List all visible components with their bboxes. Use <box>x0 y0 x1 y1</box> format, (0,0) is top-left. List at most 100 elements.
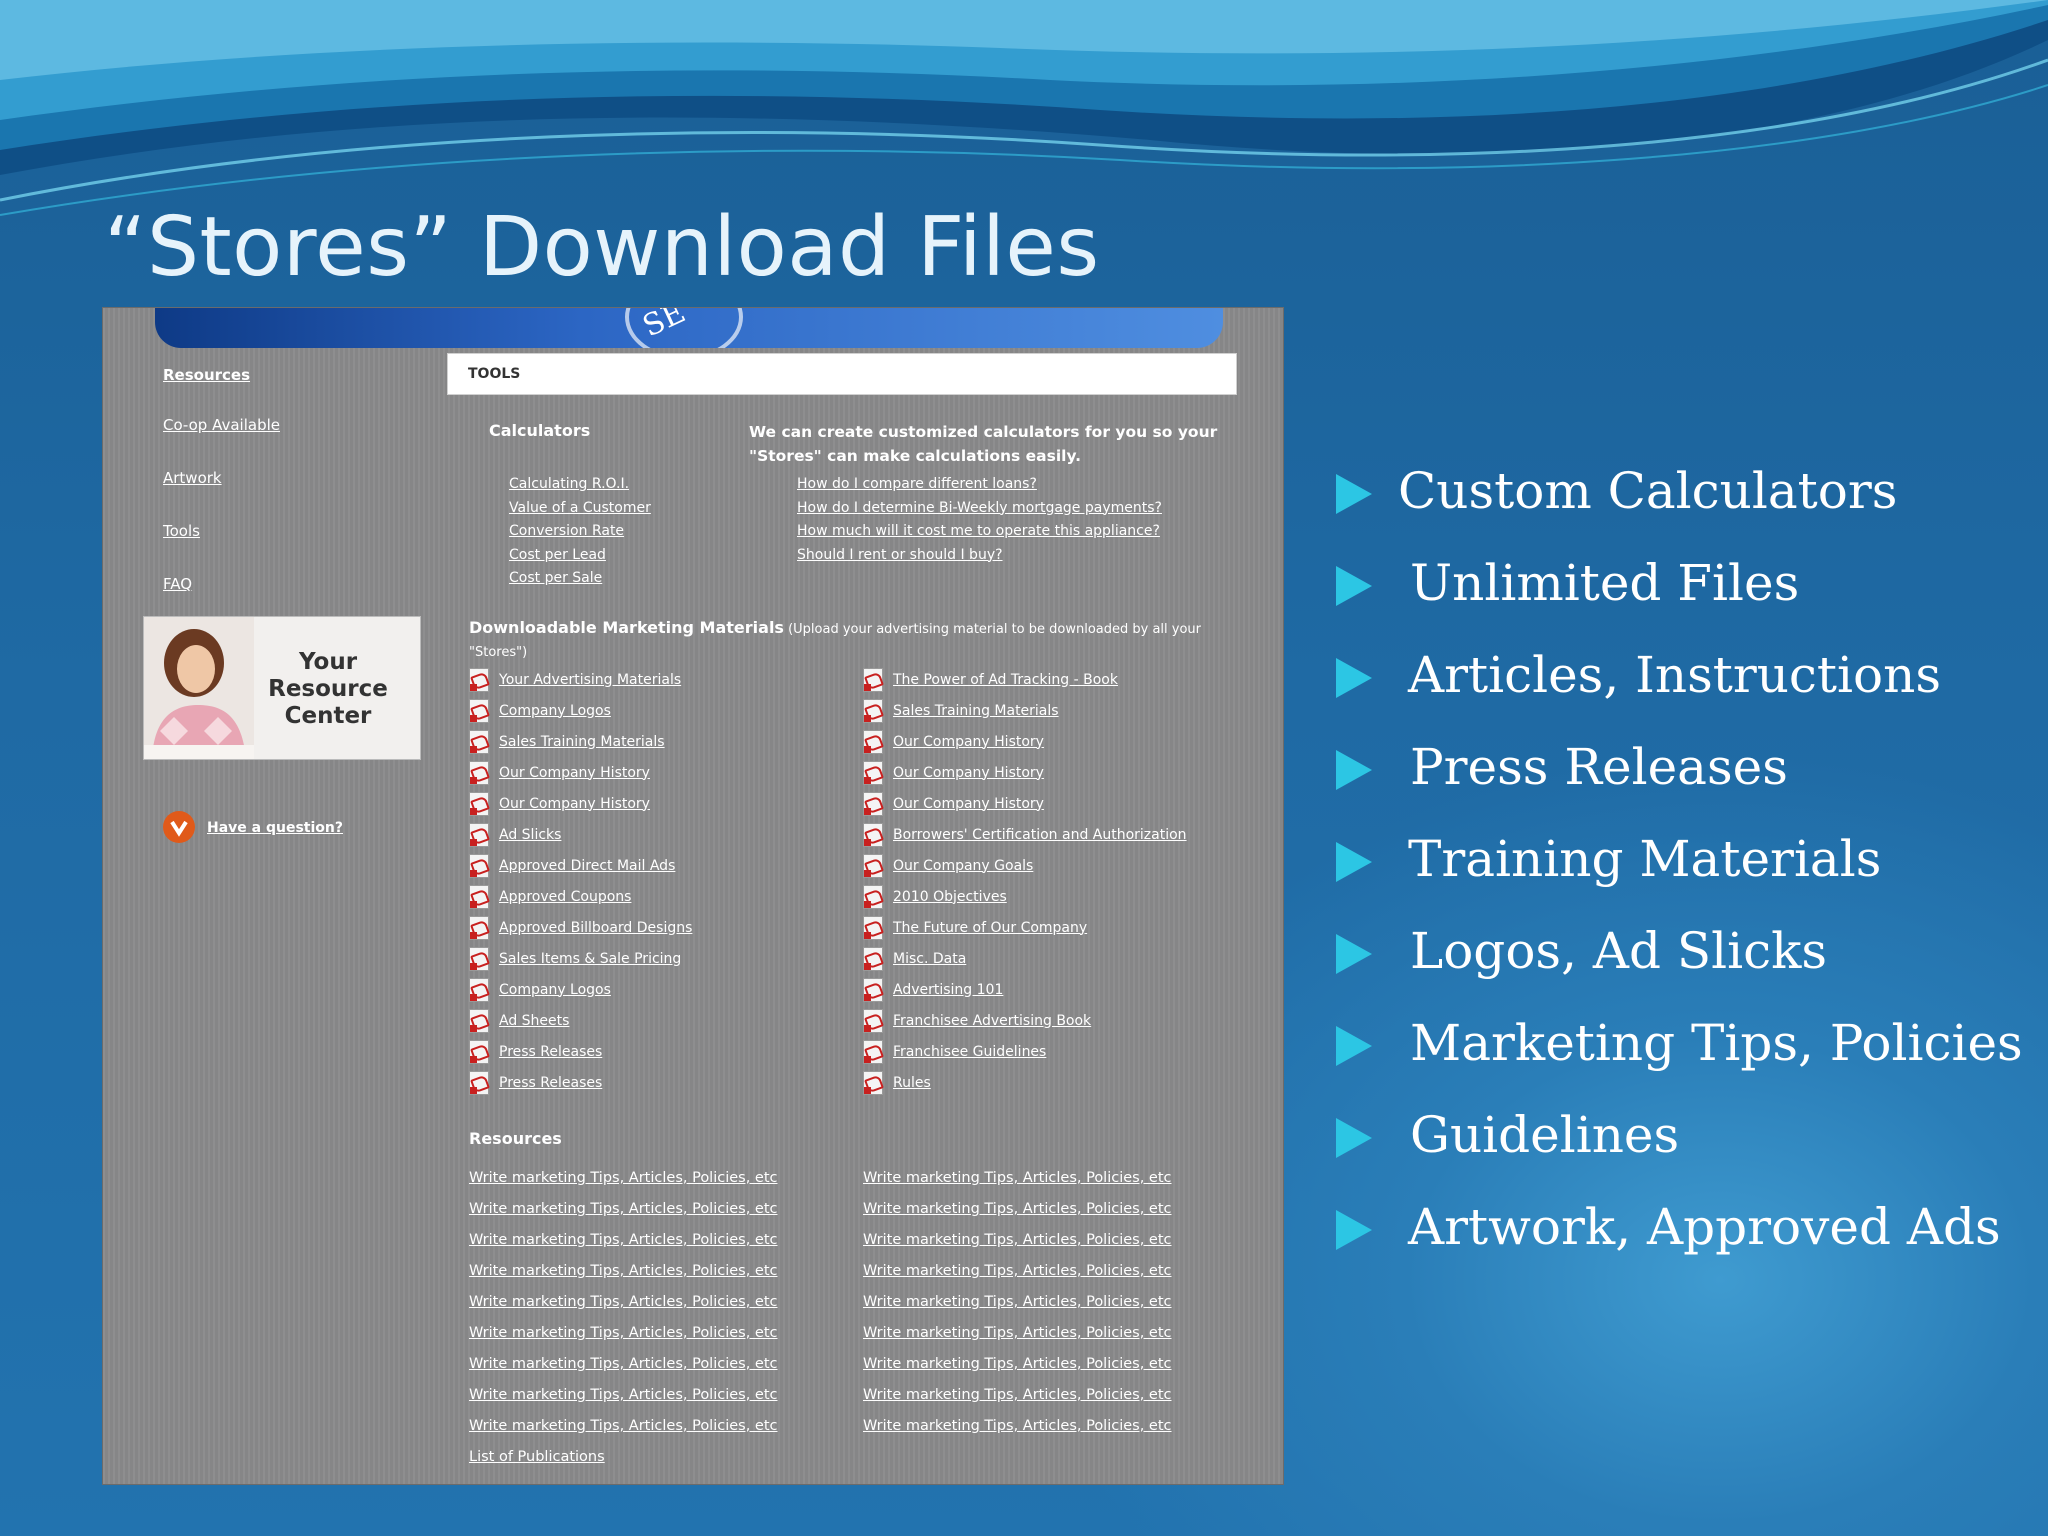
triangle-bullet-icon <box>1336 1026 1372 1066</box>
file-link[interactable]: Company Logos <box>469 974 692 1005</box>
resource-link[interactable]: Write marketing Tips, Articles, Policies… <box>469 1294 778 1325</box>
calculator-link[interactable]: Cost per Lead <box>509 547 651 571</box>
file-link[interactable]: Franchisee Advertising Book <box>863 1005 1187 1036</box>
pdf-file-icon <box>469 977 489 1002</box>
resource-center-promo[interactable]: Your Resource Center <box>143 616 421 760</box>
download-files-left: Your Advertising Materials Company Logos… <box>469 664 692 1098</box>
file-link[interactable]: Our Company History <box>863 726 1187 757</box>
resource-link[interactable]: Write marketing Tips, Articles, Policies… <box>469 1325 778 1356</box>
file-link[interactable]: Ad Sheets <box>469 1005 692 1036</box>
pdf-file-icon <box>469 698 489 723</box>
resource-link[interactable]: Write marketing Tips, Articles, Policies… <box>469 1201 778 1232</box>
file-link[interactable]: Press Releases <box>469 1036 692 1067</box>
resource-link[interactable]: Write marketing Tips, Articles, Policies… <box>863 1294 1172 1325</box>
have-a-question-link[interactable]: Have a question? <box>207 820 343 836</box>
sidebar-link-resources[interactable]: Resources <box>163 366 250 384</box>
pdf-file-icon <box>863 884 883 909</box>
triangle-bullet-icon <box>1336 1210 1372 1250</box>
calculator-question-link[interactable]: How do I determine Bi-Weekly mortgage pa… <box>797 500 1162 524</box>
resource-link[interactable]: Write marketing Tips, Articles, Policies… <box>863 1356 1172 1387</box>
sidebar-link-artwork[interactable]: Artwork <box>163 469 222 487</box>
file-link[interactable]: The Power of Ad Tracking - Book <box>863 664 1187 695</box>
resource-link[interactable]: Write marketing Tips, Articles, Policies… <box>863 1418 1172 1449</box>
resource-links-left: Write marketing Tips, Articles, Policies… <box>469 1170 778 1480</box>
file-link[interactable]: Approved Direct Mail Ads <box>469 850 692 881</box>
triangle-bullet-icon <box>1336 1118 1372 1158</box>
file-link-label: The Power of Ad Tracking - Book <box>893 671 1118 688</box>
file-link[interactable]: Misc. Data <box>863 943 1187 974</box>
resource-link[interactable]: Write marketing Tips, Articles, Policies… <box>863 1201 1172 1232</box>
calculator-link[interactable]: Value of a Customer <box>509 500 651 524</box>
pdf-file-icon <box>469 822 489 847</box>
resource-link[interactable]: Write marketing Tips, Articles, Policies… <box>469 1418 778 1449</box>
sidebar-link-faq[interactable]: FAQ <box>163 575 192 593</box>
file-link[interactable]: Company Logos <box>469 695 692 726</box>
calculator-link[interactable]: Conversion Rate <box>509 523 651 547</box>
bullet-text: Logos, Ad Slicks <box>1410 922 1828 980</box>
calculator-question-link[interactable]: How do I compare different loans? <box>797 476 1162 500</box>
file-link[interactable]: Advertising 101 <box>863 974 1187 1005</box>
bullet-text: Artwork, Approved Ads <box>1408 1198 2001 1256</box>
resource-link[interactable]: Write marketing Tips, Articles, Policies… <box>469 1232 778 1263</box>
file-link[interactable]: Our Company History <box>863 757 1187 788</box>
file-link[interactable]: Approved Coupons <box>469 881 692 912</box>
file-link[interactable]: 2010 Objectives <box>863 881 1187 912</box>
file-link[interactable]: Sales Training Materials <box>469 726 692 757</box>
calculator-link[interactable]: Calculating R.O.I. <box>509 476 651 500</box>
pdf-file-icon <box>469 946 489 971</box>
sidebar-link-tools[interactable]: Tools <box>163 522 200 540</box>
pdf-file-icon <box>469 884 489 909</box>
file-link-label: Company Logos <box>499 702 611 719</box>
file-link[interactable]: Press Releases <box>469 1067 692 1098</box>
pdf-file-icon <box>469 915 489 940</box>
resource-link[interactable]: Write marketing Tips, Articles, Policies… <box>863 1232 1172 1263</box>
file-link[interactable]: Our Company History <box>469 788 692 819</box>
resource-link[interactable]: Write marketing Tips, Articles, Policies… <box>469 1170 778 1201</box>
file-link-label: Rules <box>893 1074 931 1091</box>
sidebar-link-coop[interactable]: Co-op Available <box>163 416 280 434</box>
file-link[interactable]: Borrowers' Certification and Authorizati… <box>863 819 1187 850</box>
downloads-intro: Downloadable Marketing Materials (Upload… <box>469 616 1209 664</box>
calculator-links: Calculating R.O.I. Value of a Customer C… <box>509 476 651 594</box>
file-link[interactable]: Our Company History <box>469 757 692 788</box>
calculator-question-link[interactable]: Should I rent or should I buy? <box>797 547 1162 571</box>
file-link-label: Sales Items & Sale Pricing <box>499 950 682 967</box>
file-link[interactable]: Our Company History <box>863 788 1187 819</box>
promo-title: Your Resource Center <box>268 649 388 729</box>
resource-link[interactable]: Write marketing Tips, Articles, Policies… <box>469 1387 778 1418</box>
resource-link[interactable]: Write marketing Tips, Articles, Policies… <box>863 1387 1172 1418</box>
file-link[interactable]: Our Company Goals <box>863 850 1187 881</box>
file-link-label: Ad Slicks <box>499 826 562 843</box>
website-screenshot: SE Resources Co-op Available Artwork Too… <box>102 307 1284 1485</box>
file-link[interactable]: Rules <box>863 1067 1187 1098</box>
pdf-file-icon <box>469 729 489 754</box>
resource-link[interactable]: Write marketing Tips, Articles, Policies… <box>863 1170 1172 1201</box>
resource-link[interactable]: Write marketing Tips, Articles, Policies… <box>469 1263 778 1294</box>
file-link[interactable]: Sales Items & Sale Pricing <box>469 943 692 974</box>
file-link-label: Approved Direct Mail Ads <box>499 857 676 874</box>
resource-link[interactable]: Write marketing Tips, Articles, Policies… <box>863 1263 1172 1294</box>
triangle-bullet-icon <box>1336 750 1372 790</box>
file-link[interactable]: Approved Billboard Designs <box>469 912 692 943</box>
pdf-file-icon <box>469 667 489 692</box>
file-link[interactable]: Ad Slicks <box>469 819 692 850</box>
file-link-label: 2010 Objectives <box>893 888 1007 905</box>
pdf-file-icon <box>863 667 883 692</box>
calculator-link[interactable]: Cost per Sale <box>509 570 651 594</box>
file-link[interactable]: Sales Training Materials <box>863 695 1187 726</box>
file-link-label: Our Company History <box>499 795 650 812</box>
bullet-text: Guidelines <box>1410 1106 1680 1164</box>
file-link-label: Our Company Goals <box>893 857 1034 874</box>
file-link[interactable]: Your Advertising Materials <box>469 664 692 695</box>
calculator-question-link[interactable]: How much will it cost me to operate this… <box>797 523 1162 547</box>
resource-link[interactable]: Write marketing Tips, Articles, Policies… <box>863 1325 1172 1356</box>
file-link[interactable]: The Future of Our Company <box>863 912 1187 943</box>
pdf-file-icon <box>469 853 489 878</box>
file-link-label: Press Releases <box>499 1043 603 1060</box>
file-link-label: Our Company History <box>893 733 1044 750</box>
file-link-label: Borrowers' Certification and Authorizati… <box>893 826 1187 843</box>
resource-link[interactable]: Write marketing Tips, Articles, Policies… <box>469 1356 778 1387</box>
list-of-publications-link[interactable]: List of Publications <box>469 1449 778 1480</box>
file-link[interactable]: Franchisee Guidelines <box>863 1036 1187 1067</box>
file-link-label: Approved Billboard Designs <box>499 919 693 936</box>
